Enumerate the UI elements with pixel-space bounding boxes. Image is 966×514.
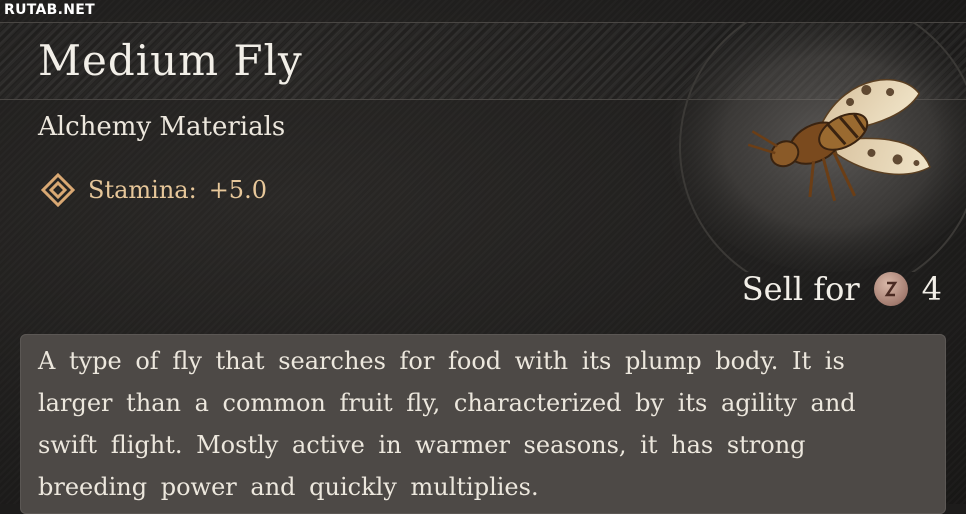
item-tooltip-panel: RUTAB.NET Medium Fly Alchemy Materials S…: [0, 0, 966, 514]
coin-icon: [873, 272, 908, 306]
stat-value: +5.0: [208, 176, 267, 204]
diamond-stamina-icon: [40, 172, 76, 208]
stat-label: Stamina:: [88, 176, 197, 204]
item-artwork: [640, 22, 966, 272]
sell-price: Sell for 4: [742, 270, 942, 308]
site-watermark: RUTAB.NET: [4, 2, 95, 18]
sell-amount: 4: [921, 270, 942, 308]
item-category: Alchemy Materials: [38, 112, 286, 142]
fly-illustration: [670, 22, 966, 272]
item-name: Medium Fly: [38, 36, 303, 85]
stat-row: Stamina: +5.0: [40, 172, 267, 208]
sell-label: Sell for: [741, 270, 860, 308]
item-description: A type of fly that searches for food wit…: [38, 347, 856, 501]
